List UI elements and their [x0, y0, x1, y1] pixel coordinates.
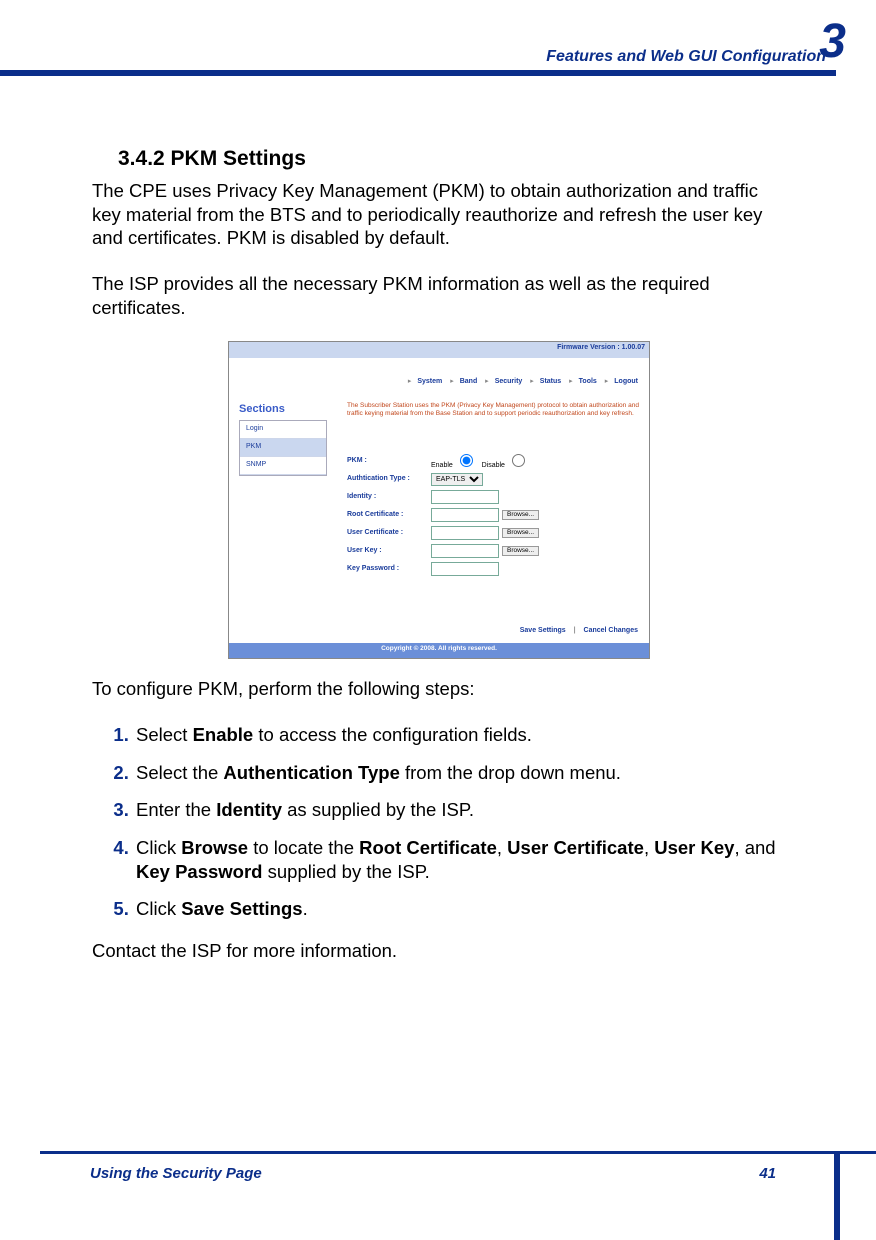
sidebar-item-login[interactable]: Login	[240, 421, 326, 439]
paragraph: Contact the ISP for more information.	[92, 939, 786, 963]
nav-status[interactable]: Status	[540, 378, 561, 385]
pkm-gui-screenshot: Firmware Version : 1.00.07 ▸System ▸Band…	[228, 341, 650, 659]
step-2: Select the Authentication Type from the …	[134, 761, 786, 785]
label-user-cert: User Certificate :	[347, 529, 431, 538]
step-5: Click Save Settings.	[134, 897, 786, 921]
sections-label: Sections	[239, 402, 285, 416]
footer-bar	[834, 1154, 840, 1240]
header-rule	[0, 70, 836, 76]
label-identity: Identity :	[347, 493, 431, 502]
section-heading: 3.4.2 PKM Settings	[118, 146, 786, 173]
select-auth-type[interactable]: EAP-TLS	[431, 473, 483, 486]
paragraph: The CPE uses Privacy Key Management (PKM…	[92, 179, 786, 250]
pkm-description: The Subscriber Station uses the PKM (Pri…	[347, 402, 641, 418]
sections-sidebar: Login PKM SNMP	[239, 420, 327, 476]
save-settings-link[interactable]: Save Settings	[520, 627, 566, 634]
label-key-password: Key Password :	[347, 565, 431, 574]
top-nav: ▸System ▸Band ▸Security ▸Status ▸Tools ▸…	[229, 378, 649, 387]
step-4: Click Browse to locate the Root Certific…	[134, 836, 786, 883]
sidebar-item-pkm[interactable]: PKM	[240, 439, 326, 457]
nav-system[interactable]: System	[417, 378, 442, 385]
browse-user-key[interactable]: Browse...	[502, 546, 539, 556]
steps-list: Select Enable to access the configuratio…	[92, 723, 786, 921]
radio-disable[interactable]	[512, 454, 525, 467]
cancel-changes-link[interactable]: Cancel Changes	[584, 627, 638, 634]
input-user-cert[interactable]	[431, 526, 499, 540]
browse-root-cert[interactable]: Browse...	[502, 510, 539, 520]
browse-user-cert[interactable]: Browse...	[502, 528, 539, 538]
input-root-cert[interactable]	[431, 508, 499, 522]
footer-rule	[40, 1151, 876, 1154]
label-auth-type: Authtication Type :	[347, 475, 431, 484]
sidebar-item-snmp[interactable]: SNMP	[240, 457, 326, 475]
step-3: Enter the Identity as supplied by the IS…	[134, 798, 786, 822]
nav-logout[interactable]: Logout	[614, 378, 638, 385]
nav-tools[interactable]: Tools	[579, 378, 597, 385]
label-pkm: PKM :	[347, 457, 431, 466]
label-user-key: User Key :	[347, 547, 431, 556]
label-enable: Enable	[431, 462, 453, 469]
nav-security[interactable]: Security	[495, 378, 523, 385]
step-1: Select Enable to access the configuratio…	[134, 723, 786, 747]
page-content: 3.4.2 PKM Settings The CPE uses Privacy …	[92, 140, 786, 985]
action-buttons: Save Settings | Cancel Changes	[517, 627, 641, 636]
pkm-form: PKM : Enable Disable Authtication Type :…	[347, 452, 645, 578]
footer-left: Using the Security Page	[90, 1165, 262, 1182]
input-user-key[interactable]	[431, 544, 499, 558]
label-root-cert: Root Certificate :	[347, 511, 431, 520]
input-identity[interactable]	[431, 490, 499, 504]
paragraph: The ISP provides all the necessary PKM i…	[92, 272, 786, 319]
firmware-bar: Firmware Version : 1.00.07	[229, 342, 649, 358]
header-title: Features and Web GUI Configuration	[546, 48, 826, 66]
radio-enable[interactable]	[460, 454, 473, 467]
label-disable: Disable	[482, 462, 505, 469]
paragraph: To configure PKM, perform the following …	[92, 677, 786, 701]
copyright-bar: Copyright © 2008. All rights reserved.	[229, 643, 649, 658]
nav-band[interactable]: Band	[460, 378, 478, 385]
input-key-password[interactable]	[431, 562, 499, 576]
footer-right: 41	[759, 1165, 776, 1182]
